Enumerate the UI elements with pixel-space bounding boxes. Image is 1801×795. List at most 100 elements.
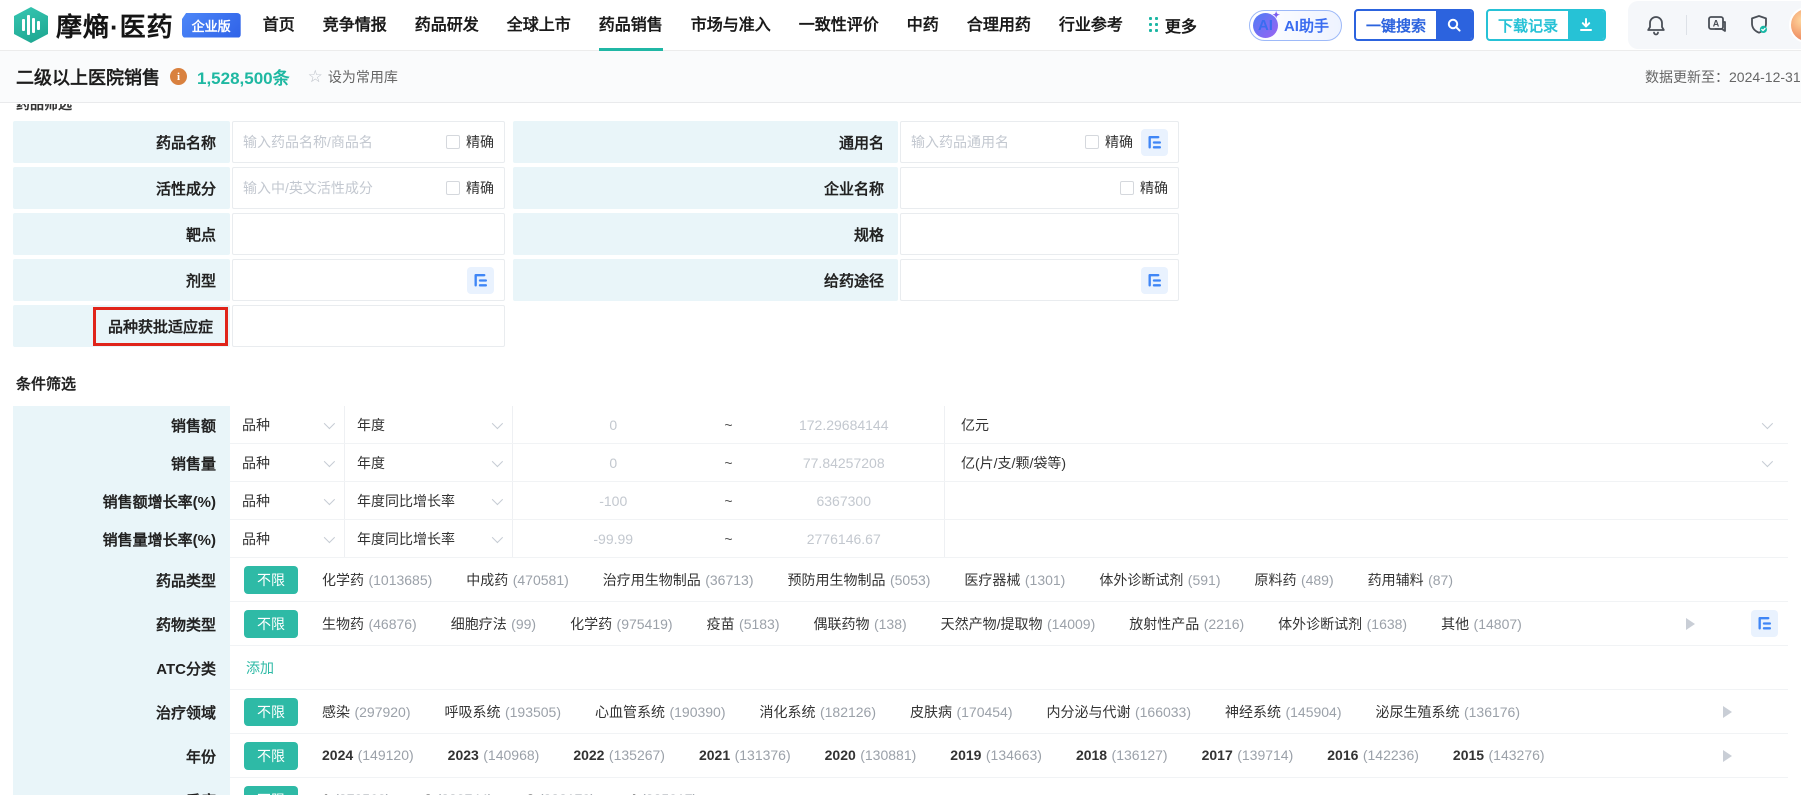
filter-option[interactable]: 2023 (140968) <box>448 747 540 765</box>
filter-option[interactable]: 2020 (130881) <box>825 747 917 765</box>
filter-option[interactable]: 2016 (142236) <box>1327 747 1419 765</box>
filter-option[interactable]: 感染 (297920) <box>322 702 411 722</box>
filter-option[interactable]: 神经系统 (145904) <box>1225 702 1342 722</box>
nav-item[interactable]: 首页 <box>263 0 295 51</box>
year-unlimited-button[interactable]: 不限 <box>244 742 298 770</box>
volume-growth-min-input[interactable]: -99.99 <box>513 531 714 547</box>
company-input[interactable]: 精确 <box>900 167 1179 209</box>
filter-option[interactable]: 体外诊断试剂 (1638) <box>1278 614 1407 634</box>
filter-option[interactable]: 偶联药物 (138) <box>814 614 907 634</box>
drug-name-input[interactable]: 输入药品名称/商品名 精确 <box>232 121 505 163</box>
filter-option[interactable]: 原料药 (489) <box>1254 570 1333 590</box>
filter-option[interactable]: 细胞疗法 (99) <box>451 614 536 634</box>
filter-option[interactable]: 2021 (131376) <box>699 747 791 765</box>
bell-icon[interactable] <box>1644 13 1668 37</box>
quarter-unlimited-button[interactable]: 不限 <box>244 786 298 795</box>
substance-type-unlimited-button[interactable]: 不限 <box>244 610 298 638</box>
value-growth-max-input[interactable]: 6367300 <box>744 493 945 509</box>
filter-option[interactable]: 2022 (135267) <box>573 747 665 765</box>
nav-item[interactable]: 药品研发 <box>415 0 479 51</box>
filter-option[interactable]: 呼吸系统 (193505) <box>445 702 562 722</box>
user-avatar[interactable] <box>1789 7 1801 43</box>
filter-option[interactable]: 消化系统 (182126) <box>760 702 877 722</box>
filter-option[interactable]: 2018 (136127) <box>1076 747 1168 765</box>
expand-arrow-icon[interactable] <box>1723 706 1732 718</box>
drug-name-exact-checkbox[interactable]: 精确 <box>446 132 494 152</box>
filter-option[interactable]: 3 (383170) <box>527 791 595 795</box>
filter-option[interactable]: 4 (385017) <box>629 791 697 795</box>
sales-value-dimension-select[interactable]: 品种 <box>230 406 345 443</box>
logo[interactable]: 摩熵·医药 企业版 <box>14 7 241 44</box>
security-shield-icon[interactable] <box>1747 13 1771 37</box>
nav-item[interactable]: 竞争情报 <box>323 0 387 51</box>
filter-option[interactable]: 化学药 (975419) <box>570 614 673 634</box>
set-favorite-button[interactable]: ☆ 设为常用库 <box>308 67 398 87</box>
nav-more[interactable]: 更多 <box>1149 13 1197 37</box>
filter-option[interactable]: 化学药 (1013685) <box>322 570 432 590</box>
nav-item[interactable]: 市场与准入 <box>691 0 771 51</box>
company-exact-checkbox[interactable]: 精确 <box>1120 178 1168 198</box>
nav-item[interactable]: 药品销售 <box>599 0 663 51</box>
therapy-area-unlimited-button[interactable]: 不限 <box>244 698 298 726</box>
filter-option[interactable]: 其他 (14807) <box>1441 614 1522 634</box>
filter-option[interactable]: 皮肤病 (170454) <box>910 702 1013 722</box>
sales-value-unit-select[interactable]: 亿元 <box>945 415 1788 435</box>
volume-growth-period-select[interactable]: 年度同比增长率 <box>345 520 513 557</box>
generic-name-input[interactable]: 输入药品通用名 精确 <box>900 121 1179 163</box>
filter-option[interactable]: 2017 (139714) <box>1202 747 1294 765</box>
feedback-icon[interactable]: A <box>1705 13 1729 37</box>
nav-item[interactable]: 中药 <box>907 0 939 51</box>
filter-option[interactable]: 泌尿生殖系统 (136176) <box>1376 702 1521 722</box>
sales-volume-period-select[interactable]: 年度 <box>345 444 513 481</box>
volume-growth-dimension-select[interactable]: 品种 <box>230 520 345 557</box>
atc-add-link[interactable]: 添加 <box>246 658 274 678</box>
filter-option[interactable]: 2 (380744) <box>424 791 492 795</box>
target-input[interactable] <box>232 213 505 255</box>
tree-select-icon[interactable] <box>1141 129 1168 156</box>
sales-value-max-input[interactable]: 172.29684144 <box>744 417 945 433</box>
filter-option[interactable]: 医疗器械 (1301) <box>964 570 1065 590</box>
tree-select-icon[interactable] <box>1141 267 1168 294</box>
filter-option[interactable]: 生物药 (46876) <box>322 614 417 634</box>
filter-option[interactable]: 治疗用生物制品 (36713) <box>603 570 754 590</box>
filter-option[interactable]: 放射性产品 (2216) <box>1129 614 1244 634</box>
filter-option[interactable]: 1 (370560) <box>322 791 390 795</box>
value-growth-period-select[interactable]: 年度同比增长率 <box>345 482 513 519</box>
value-growth-dimension-select[interactable]: 品种 <box>230 482 345 519</box>
ai-assistant-button[interactable]: AI✦ AI助手 <box>1249 10 1342 41</box>
sales-volume-dimension-select[interactable]: 品种 <box>230 444 345 481</box>
expand-arrow-icon[interactable] <box>1723 750 1732 762</box>
tree-select-icon[interactable] <box>467 267 494 294</box>
value-growth-min-input[interactable]: -100 <box>513 493 714 509</box>
drug-type-unlimited-button[interactable]: 不限 <box>244 566 298 594</box>
dosage-form-input[interactable] <box>232 259 505 301</box>
filter-option[interactable]: 2024 (149120) <box>322 747 414 765</box>
tree-select-icon[interactable] <box>1751 610 1778 637</box>
nav-item[interactable]: 全球上市 <box>507 0 571 51</box>
nav-item[interactable]: 行业参考 <box>1059 0 1123 51</box>
quick-search-button[interactable]: 一键搜索 <box>1354 9 1474 41</box>
sales-volume-max-input[interactable]: 77.84257208 <box>744 455 945 471</box>
nav-item[interactable]: 合理用药 <box>967 0 1031 51</box>
info-icon[interactable]: i <box>170 68 187 85</box>
active-ingredient-input[interactable]: 输入中/英文活性成分 精确 <box>232 167 505 209</box>
filter-option[interactable]: 预防用生物制品 (5053) <box>788 570 931 590</box>
indication-input[interactable] <box>232 305 505 347</box>
download-history-button[interactable]: 下载记录 <box>1486 9 1606 41</box>
route-input[interactable] <box>900 259 1179 301</box>
filter-option[interactable]: 天然产物/提取物 (14009) <box>941 614 1096 634</box>
filter-option[interactable]: 中成药 (470581) <box>466 570 569 590</box>
filter-option[interactable]: 疫苗 (5183) <box>707 614 780 634</box>
spec-input[interactable] <box>900 213 1179 255</box>
volume-growth-max-input[interactable]: 2776146.67 <box>744 531 945 547</box>
generic-name-exact-checkbox[interactable]: 精确 <box>1085 132 1133 152</box>
sales-value-min-input[interactable]: 0 <box>513 417 714 433</box>
filter-option[interactable]: 体外诊断试剂 (591) <box>1099 570 1220 590</box>
filter-option[interactable]: 内分泌与代谢 (166033) <box>1047 702 1192 722</box>
filter-option[interactable]: 2015 (143276) <box>1453 747 1545 765</box>
nav-item[interactable]: 一致性评价 <box>799 0 879 51</box>
expand-arrow-icon[interactable] <box>1686 618 1695 630</box>
sales-value-period-select[interactable]: 年度 <box>345 406 513 443</box>
sales-volume-unit-select[interactable]: 亿(片/支/颗/袋等) <box>945 453 1788 473</box>
filter-option[interactable]: 2019 (134663) <box>950 747 1042 765</box>
